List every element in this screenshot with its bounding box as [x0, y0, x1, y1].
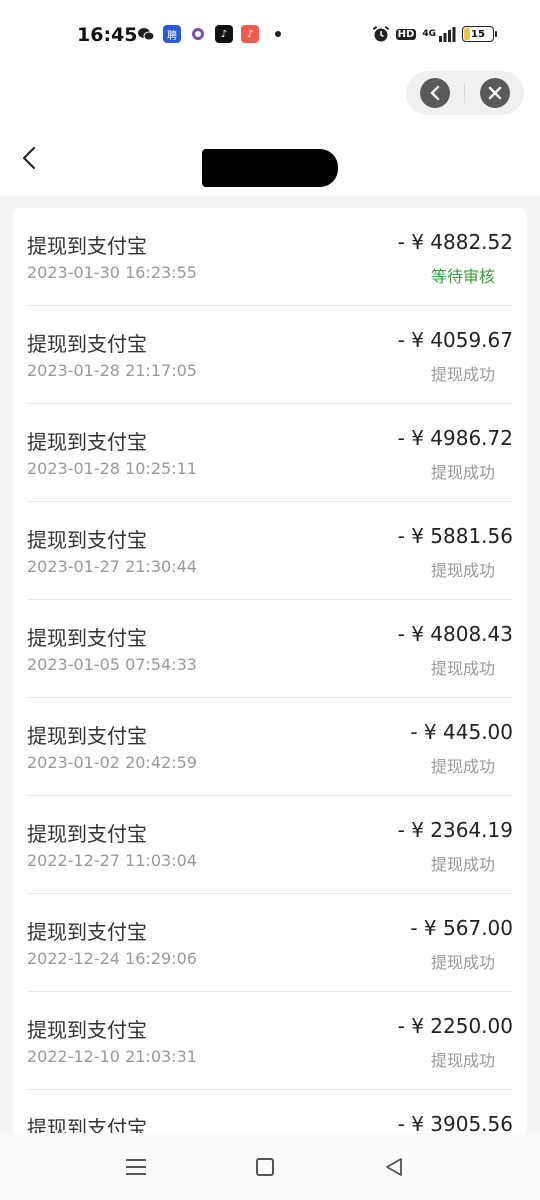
recruit-app-icon: 聘: [163, 25, 181, 43]
withdrawal-records-list: 提现到支付宝 2023-01-30 16:23:55 - ¥ 4882.52 等…: [13, 208, 527, 1138]
alarm-icon: [372, 26, 389, 42]
record-amount: - ¥ 5881.56: [397, 524, 513, 548]
list-item[interactable]: 提现到支付宝 2023-01-28 10:25:11 - ¥ 4986.72 提…: [27, 404, 513, 502]
back-triangle-icon[interactable]: [384, 1157, 404, 1177]
system-nav-bar: [0, 1133, 540, 1200]
record-title: 提现到支付宝: [27, 920, 147, 944]
record-title: 提现到支付宝: [27, 528, 147, 552]
circle-app-icon: [189, 25, 207, 43]
record-title: 提现到支付宝: [27, 234, 147, 258]
status-bar: 16:45 聘 ♪ ♪ HD 4G 15: [0, 0, 540, 72]
capsule-close-button[interactable]: [480, 78, 510, 108]
close-icon: [488, 86, 502, 100]
record-date: 2023-01-30 16:23:55: [27, 263, 197, 282]
chevron-left-icon[interactable]: [22, 147, 36, 169]
record-date: 2023-01-02 20:42:59: [27, 753, 197, 772]
list-item[interactable]: 提现到支付宝 2023-01-28 21:17:05 - ¥ 4059.67 提…: [27, 306, 513, 404]
record-status: 提现成功: [430, 659, 495, 678]
record-amount: - ¥ 4882.52: [397, 230, 513, 254]
system-status: HD 4G 15: [372, 25, 497, 43]
chevron-left-icon: [430, 86, 440, 100]
network-label: 4G: [422, 29, 436, 39]
record-amount: - ¥ 4986.72: [397, 426, 513, 450]
record-amount: - ¥ 445.00: [410, 720, 513, 744]
record-title: 提现到支付宝: [27, 822, 147, 846]
record-date: 2022-12-27 11:03:04: [27, 851, 197, 870]
music-app-icon: ♪: [241, 25, 259, 43]
home-icon[interactable]: [256, 1158, 274, 1176]
record-amount: - ¥ 2364.19: [397, 818, 513, 842]
capsule-divider: [464, 83, 465, 103]
record-date: 2022-12-10 21:03:31: [27, 1047, 197, 1066]
record-amount: - ¥ 4059.67: [397, 328, 513, 352]
record-status: 提现成功: [430, 953, 495, 972]
record-date: 2023-01-28 10:25:11: [27, 459, 197, 478]
record-status: 提现成功: [430, 463, 495, 482]
record-title: 提现到支付宝: [27, 626, 147, 650]
hd-badge: HD: [395, 28, 417, 40]
record-date: 2023-01-05 07:54:33: [27, 655, 197, 674]
record-status: 提现成功: [430, 365, 495, 384]
menu-icon[interactable]: [126, 1159, 146, 1175]
record-title: 提现到支付宝: [27, 332, 147, 356]
redacted-page-title: [202, 149, 338, 187]
notification-icons: 聘 ♪ ♪: [137, 25, 281, 43]
record-date: 2022-12-24 16:29:06: [27, 949, 197, 968]
record-status: 提现成功: [430, 757, 495, 776]
record-title: 提现到支付宝: [27, 430, 147, 454]
record-status: 等待审核: [430, 267, 495, 286]
list-item[interactable]: 提现到支付宝 2022-12-10 21:03:31 - ¥ 2250.00 提…: [27, 992, 513, 1090]
record-status: 提现成功: [430, 855, 495, 874]
list-item[interactable]: 提现到支付宝 - ¥ 3905.56: [27, 1090, 513, 1138]
battery-icon: 15: [462, 26, 497, 42]
record-amount: - ¥ 567.00: [410, 916, 513, 940]
record-amount: - ¥ 2250.00: [397, 1014, 513, 1038]
record-date: 2023-01-28 21:17:05: [27, 361, 197, 380]
list-item[interactable]: 提现到支付宝 2023-01-30 16:23:55 - ¥ 4882.52 等…: [27, 208, 513, 306]
list-item[interactable]: 提现到支付宝 2023-01-05 07:54:33 - ¥ 4808.43 提…: [27, 600, 513, 698]
record-amount: - ¥ 4808.43: [397, 622, 513, 646]
record-date: 2023-01-27 21:30:44: [27, 557, 197, 576]
signal-icon: [439, 27, 456, 42]
status-time: 16:45: [77, 24, 138, 46]
douyin-icon: ♪: [215, 25, 233, 43]
record-status: 提现成功: [430, 1051, 495, 1070]
capsule-back-button[interactable]: [420, 78, 450, 108]
list-item[interactable]: 提现到支付宝 2023-01-02 20:42:59 - ¥ 445.00 提现…: [27, 698, 513, 796]
wechat-icon: [137, 25, 155, 43]
list-item[interactable]: 提现到支付宝 2022-12-24 16:29:06 - ¥ 567.00 提现…: [27, 894, 513, 992]
list-item[interactable]: 提现到支付宝 2022-12-27 11:03:04 - ¥ 2364.19 提…: [27, 796, 513, 894]
more-notifications-icon: [275, 31, 281, 37]
record-status: 提现成功: [430, 561, 495, 580]
mini-program-capsule: [406, 71, 524, 115]
list-item[interactable]: 提现到支付宝 2023-01-27 21:30:44 - ¥ 5881.56 提…: [27, 502, 513, 600]
record-title: 提现到支付宝: [27, 1018, 147, 1042]
record-title: 提现到支付宝: [27, 724, 147, 748]
